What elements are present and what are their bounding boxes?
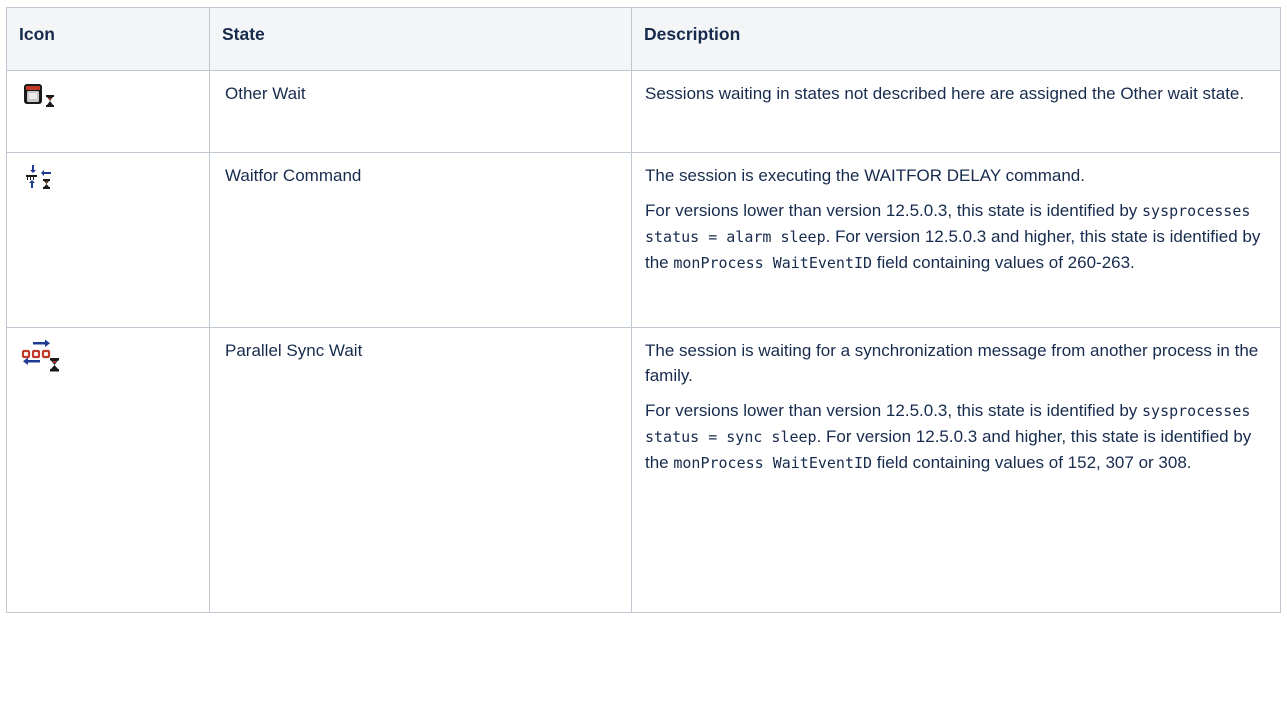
description-cell: The session is waiting for a synchroniza… [631, 327, 1281, 613]
description-paragraph: The session is executing the WAITFOR DEL… [645, 163, 1266, 188]
description-text: The session is waiting for a synchroniza… [645, 341, 1259, 385]
page: Icon State Description Other Wait Sessio… [0, 0, 1287, 715]
state-cell: Parallel Sync Wait [209, 327, 632, 613]
state-cell: Other Wait [209, 70, 632, 153]
icon-cell [6, 70, 210, 153]
description-text: For versions lower than version 12.5.0.3… [645, 201, 1143, 220]
icon-cell [6, 327, 210, 613]
table-row: Waitfor Command The session is executing… [6, 152, 1281, 328]
description-text: For versions lower than version 12.5.0.3… [645, 401, 1143, 420]
other-wait-icon [24, 84, 54, 107]
description-paragraph: Sessions waiting in states not described… [645, 81, 1266, 106]
table-row: Other Wait Sessions waiting in states no… [6, 70, 1281, 153]
inline-code: monProcess WaitEventID [673, 454, 873, 472]
description-text: field containing values of 260-263. [872, 253, 1135, 272]
wait-states-table: Icon State Description Other Wait Sessio… [6, 7, 1281, 613]
header-description: Description [631, 7, 1281, 71]
description-cell: The session is executing the WAITFOR DEL… [631, 152, 1281, 328]
description-text: The session is executing the WAITFOR DEL… [645, 166, 1085, 185]
parallel-sync-wait-icon [21, 339, 59, 372]
table-header-row: Icon State Description [6, 7, 1281, 71]
header-icon: Icon [6, 7, 210, 71]
description-paragraph: For versions lower than version 12.5.0.3… [645, 198, 1266, 276]
description-paragraph: For versions lower than version 12.5.0.3… [645, 398, 1266, 476]
description-cell: Sessions waiting in states not described… [631, 70, 1281, 153]
header-state: State [209, 7, 632, 71]
icon-cell [6, 152, 210, 328]
table-row: Parallel Sync Wait The session is waitin… [6, 327, 1281, 613]
inline-code: monProcess WaitEventID [673, 254, 873, 272]
state-cell: Waitfor Command [209, 152, 632, 328]
description-paragraph: The session is waiting for a synchroniza… [645, 338, 1266, 388]
waitfor-command-icon [26, 165, 51, 189]
description-text: Sessions waiting in states not described… [645, 84, 1245, 103]
description-text: field containing values of 152, 307 or 3… [872, 453, 1192, 472]
